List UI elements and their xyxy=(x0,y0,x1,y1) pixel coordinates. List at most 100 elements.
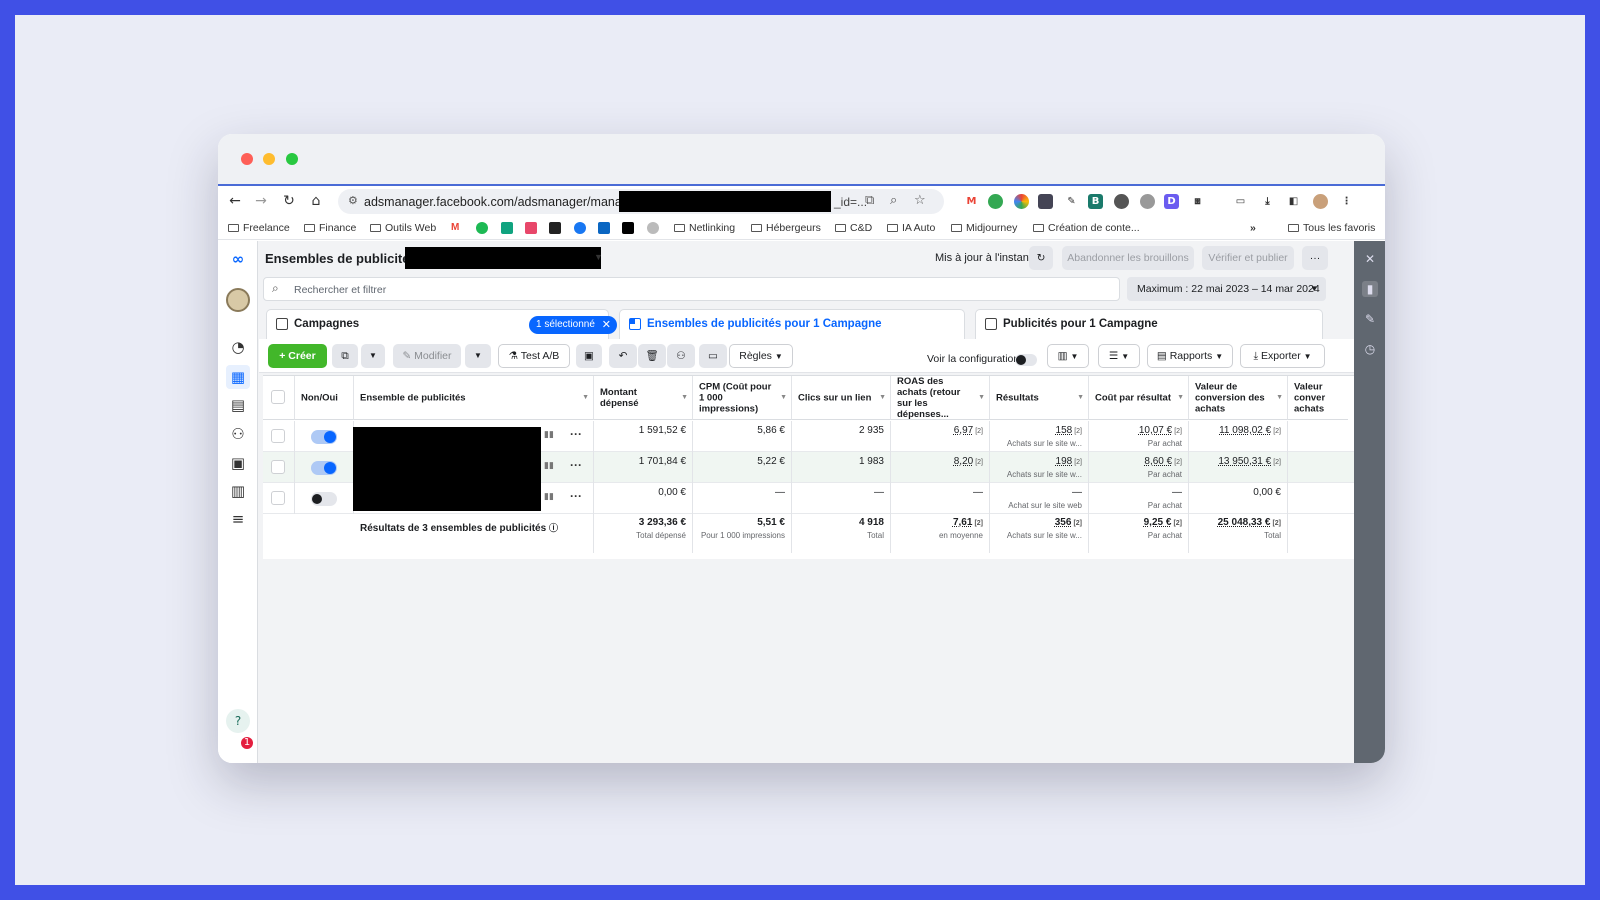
tab-adsets[interactable]: Ensembles de publicités pour 1 Campagne xyxy=(619,309,965,339)
more-bookmarks-button[interactable]: » xyxy=(1250,222,1256,234)
linkedin-bookmark-icon[interactable] xyxy=(598,222,610,234)
column-header[interactable]: Coût par résultat ▼ xyxy=(1089,376,1189,420)
ab-test-button[interactable]: ⚗ Test A/B xyxy=(498,344,570,368)
export-button[interactable]: ⤓ Exporter ▼ xyxy=(1240,344,1325,368)
pencil-icon[interactable]: ✎ xyxy=(1362,311,1378,327)
back-icon[interactable]: ← xyxy=(225,191,245,211)
totals-value[interactable]: 25 048,33 € xyxy=(1218,517,1271,528)
sort-icon[interactable]: ▼ xyxy=(1276,394,1283,401)
results-value[interactable]: 158 xyxy=(1056,425,1073,436)
column-header[interactable]: Valeur conver achats xyxy=(1288,376,1348,420)
audiences-icon[interactable]: ⚇ xyxy=(226,422,250,446)
close-icon[interactable]: ✕ xyxy=(1362,251,1378,267)
maximize-window-button[interactable] xyxy=(286,153,298,165)
gauge-extension-icon[interactable] xyxy=(1114,194,1129,209)
account-selector[interactable] xyxy=(405,247,601,269)
facebook-bookmark-icon[interactable] xyxy=(574,222,586,234)
results-value[interactable]: 198 xyxy=(1056,456,1073,467)
catalog-icon[interactable]: ▥ xyxy=(226,479,250,503)
sort-icon[interactable]: ▼ xyxy=(780,394,787,401)
row-checkbox[interactable] xyxy=(271,460,285,474)
bookmark-ia-auto[interactable]: IA Auto xyxy=(887,222,935,234)
column-header[interactable]: ROAS des achats (retour sur les dépenses… xyxy=(891,376,990,420)
edit-dropdown[interactable]: ▼ xyxy=(465,344,491,368)
row-more-icon[interactable]: ··· xyxy=(570,458,582,472)
selected-pill[interactable]: 1 sélectionné ✕ xyxy=(529,316,617,334)
totals-roas[interactable]: 7,61 xyxy=(953,517,972,528)
rules-button[interactable]: Règles ▼ xyxy=(729,344,793,368)
pages-icon[interactable]: ▤ xyxy=(226,393,250,417)
sort-icon[interactable]: ▼ xyxy=(1077,394,1084,401)
bookmark-star-icon[interactable]: ☆ xyxy=(914,193,926,208)
install-icon[interactable]: ⧉ xyxy=(865,193,874,208)
reload-icon[interactable]: ↻ xyxy=(279,191,299,211)
columns-button[interactable]: ▥ ▼ xyxy=(1047,344,1089,368)
edit-button[interactable]: ✎ Modifier xyxy=(393,344,461,368)
site-settings-icon[interactable]: ⚙ xyxy=(348,194,358,207)
cpr-value[interactable]: 10,07 € xyxy=(1139,425,1172,436)
reports-button[interactable]: ▤ Rapports ▼ xyxy=(1147,344,1233,368)
column-header[interactable]: Montant dépensé ▼ xyxy=(594,376,693,420)
meta-logo-icon[interactable]: ∞ xyxy=(226,247,250,271)
sort-icon[interactable]: ▼ xyxy=(978,394,985,401)
chart-icon[interactable]: ▮▮ xyxy=(544,492,554,502)
b-extension-icon[interactable]: B xyxy=(1088,194,1103,209)
column-header[interactable]: Clics sur un lien ▼ xyxy=(792,376,891,420)
conv-value[interactable]: 11 098,02 € xyxy=(1219,425,1271,436)
close-window-button[interactable] xyxy=(241,153,253,165)
forward-icon[interactable]: → xyxy=(251,191,271,211)
chart-icon[interactable]: ▮▮ xyxy=(544,430,554,440)
date-range-picker[interactable]: Maximum : 22 mai 2023 – 14 mar 2024 ▼ xyxy=(1127,277,1326,301)
audience-button[interactable]: ⚇ xyxy=(667,344,695,368)
column-header[interactable]: Valeur de conversion des achats ▼ xyxy=(1189,376,1288,420)
sort-icon[interactable]: ▼ xyxy=(1177,394,1184,401)
tab-campaigns[interactable]: Campagnes 1 sélectionné ✕ xyxy=(266,309,617,339)
delete-button[interactable]: 🗑 xyxy=(638,344,666,368)
more-options-button[interactable]: ··· xyxy=(1302,246,1328,270)
grey-extension-icon[interactable] xyxy=(1140,194,1155,209)
undo-button[interactable]: ↶ xyxy=(609,344,637,368)
conv-value[interactable]: 13 950,31 € xyxy=(1218,456,1271,467)
bookmark-finance[interactable]: Finance xyxy=(304,222,356,234)
dark-bookmark-icon[interactable] xyxy=(549,222,561,234)
address-bar[interactable]: ⚙ adsmanager.facebook.com/adsmanager/man… xyxy=(338,189,944,214)
column-header[interactable]: Non/Oui xyxy=(295,376,354,420)
search-filter-bar[interactable]: ⌕ Rechercher et filtrer xyxy=(263,277,1120,301)
bookmark-hebergeurs[interactable]: Hébergeurs xyxy=(751,222,821,234)
clipboard-button[interactable]: ▣ xyxy=(576,344,602,368)
pen-extension-icon[interactable]: ✎ xyxy=(1064,194,1079,209)
pink-bookmark-icon[interactable] xyxy=(525,222,537,234)
color-extension-icon[interactable] xyxy=(1014,194,1029,209)
roas-value[interactable]: 6,97 xyxy=(954,425,973,436)
bookmark-outils-web[interactable]: Outils Web xyxy=(370,222,436,234)
bookmark-all-favorites[interactable]: Tous les favoris xyxy=(1288,222,1375,234)
menu-icon[interactable]: ≡ xyxy=(226,507,250,531)
adset-toggle-on[interactable] xyxy=(311,461,337,475)
sort-icon[interactable]: ▼ xyxy=(879,394,886,401)
d-extension-icon[interactable]: D xyxy=(1164,194,1179,209)
account-avatar[interactable] xyxy=(226,288,250,312)
duplicate-dropdown[interactable]: ▼ xyxy=(361,344,385,368)
gmail-bookmark-icon[interactable]: M xyxy=(451,222,463,234)
row-more-icon[interactable]: ··· xyxy=(570,489,582,503)
ads-icon[interactable]: ▣ xyxy=(226,451,250,475)
bookmark-creation[interactable]: Création de conte... xyxy=(1033,222,1140,234)
column-header[interactable]: Résultats ▼ xyxy=(990,376,1089,420)
history-clock-icon[interactable]: ◷ xyxy=(1362,341,1378,357)
notification-badge[interactable]: 1 xyxy=(241,737,253,749)
dashboard-gauge-icon[interactable]: ◔ xyxy=(226,335,250,359)
info-icon[interactable]: ⓘ xyxy=(549,523,558,533)
totals-results[interactable]: 356 xyxy=(1055,517,1072,528)
review-publish-button[interactable]: Vérifier et publier xyxy=(1202,246,1294,270)
table-icon[interactable]: ▦ xyxy=(226,365,250,389)
row-checkbox[interactable] xyxy=(271,429,285,443)
view-config-toggle[interactable] xyxy=(1015,354,1037,366)
green-extension-icon[interactable] xyxy=(988,194,1003,209)
adset-toggle-on[interactable] xyxy=(311,430,337,444)
duplicate-button[interactable]: ⧉ xyxy=(332,344,358,368)
display-extension-icon[interactable] xyxy=(1038,194,1053,209)
sort-icon[interactable]: ▼ xyxy=(582,394,589,401)
roas-value[interactable]: 8,20 xyxy=(954,456,973,467)
row-checkbox[interactable] xyxy=(271,491,285,505)
sidepanel-icon[interactable]: ◧ xyxy=(1286,194,1301,209)
